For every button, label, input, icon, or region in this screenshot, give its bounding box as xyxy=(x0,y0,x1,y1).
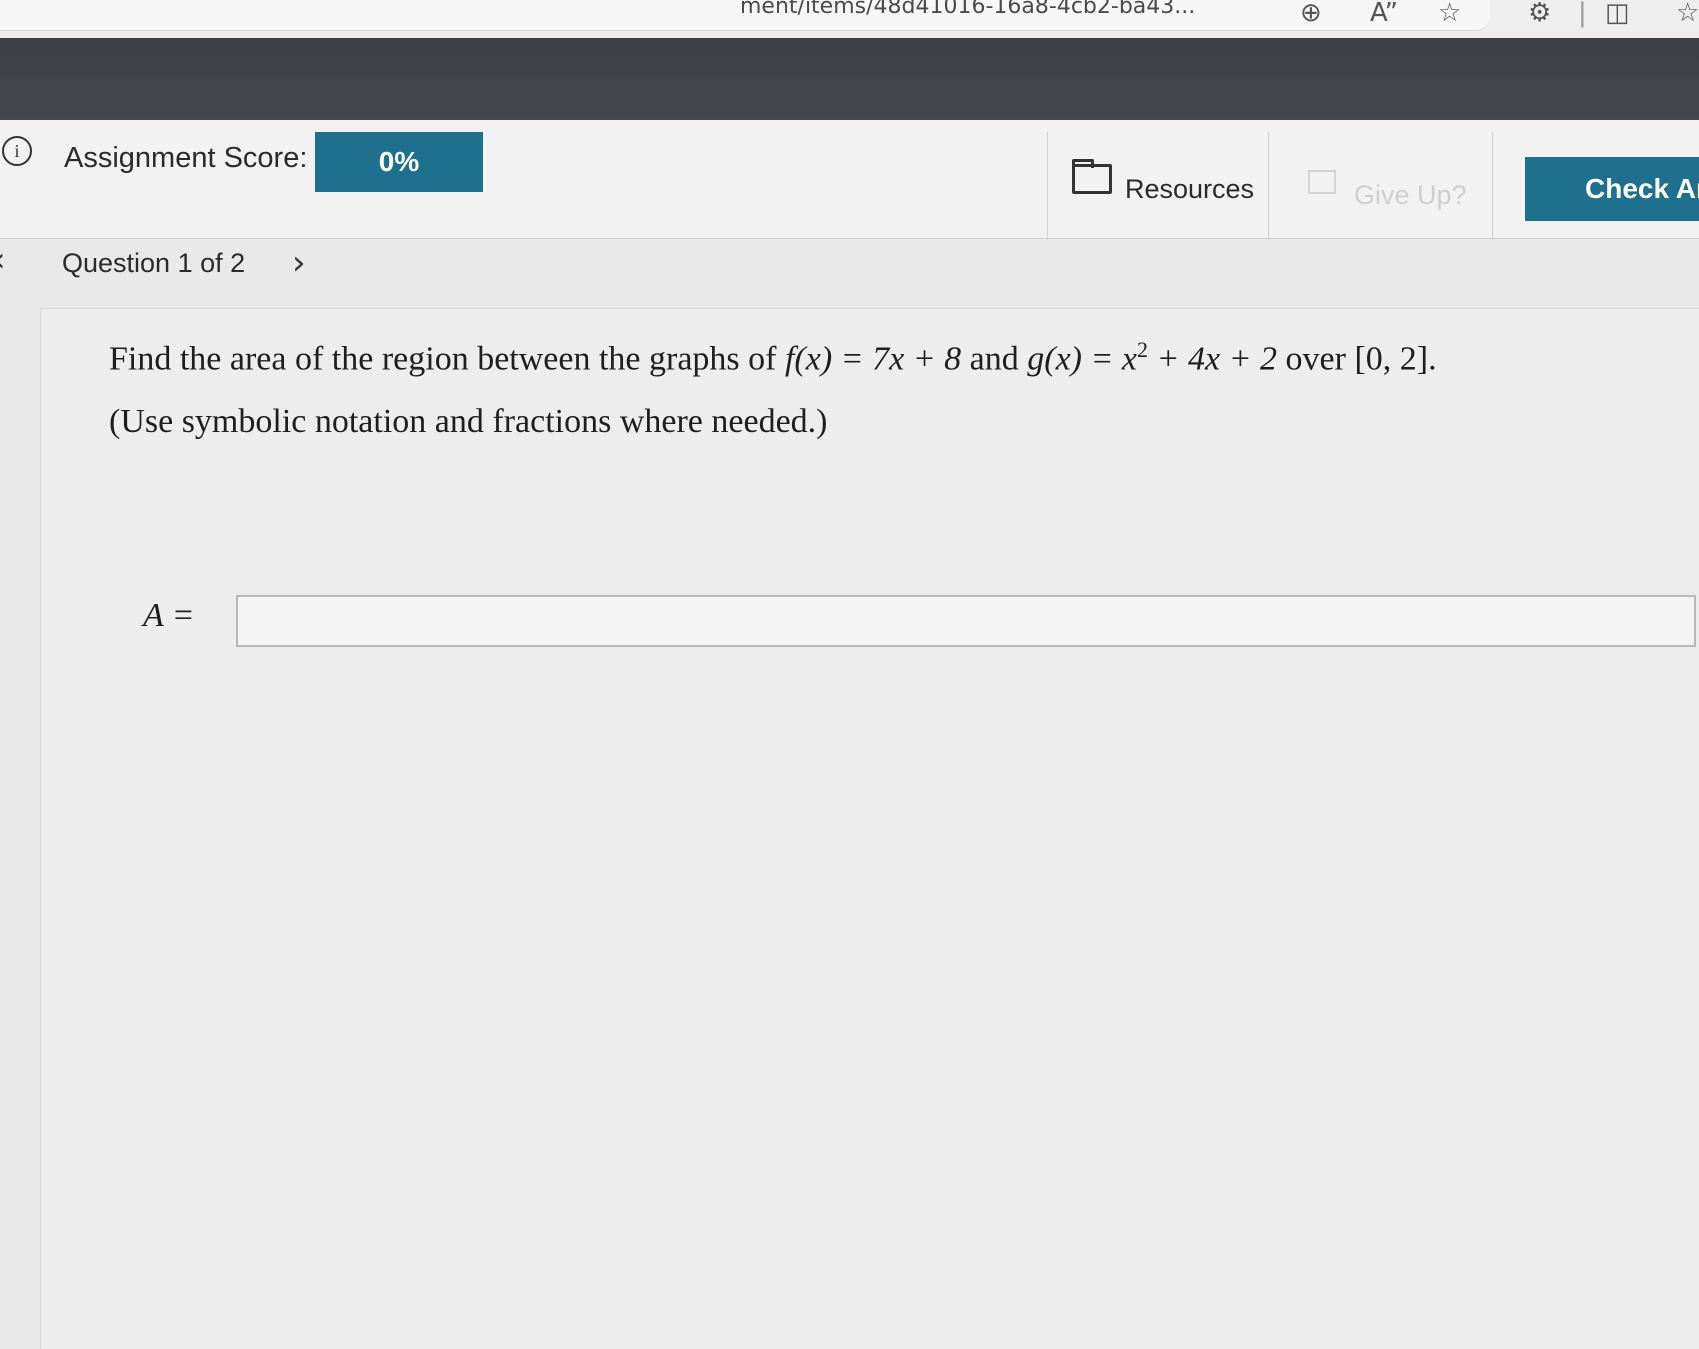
previous-question-icon[interactable]: ‹ xyxy=(0,240,6,280)
answer-label: A = xyxy=(143,597,195,634)
question-card: Find the area of the region between the … xyxy=(40,308,1699,1349)
browser-frame-band xyxy=(0,38,1699,130)
give-up-button: Give Up? xyxy=(1354,180,1467,210)
problem-statement: Find the area of the region between the … xyxy=(109,337,1437,378)
header-divider xyxy=(1047,132,1048,240)
check-answer-button[interactable]: Check Answer xyxy=(1525,157,1699,221)
address-bar[interactable]: ment/items/48d41016-16a8-4cb2-ba43... xyxy=(0,0,1490,31)
url-text: ment/items/48d41016-16a8-4cb2-ba43... xyxy=(740,0,1196,19)
favorite-star-icon[interactable]: ☆ xyxy=(1438,0,1461,28)
problem-prefix: Find the area of the region between the … xyxy=(109,340,785,378)
info-icon[interactable]: i xyxy=(2,136,32,166)
problem-mid: and xyxy=(961,340,1028,378)
extensions-icon[interactable]: ⚙ xyxy=(1528,0,1551,28)
zoom-in-icon[interactable]: ⊕ xyxy=(1300,0,1322,28)
give-up-icon xyxy=(1308,170,1336,194)
assignment-header: i Assignment Score: 0% Resources Give Up… xyxy=(0,120,1699,240)
score-label: Assignment Score: xyxy=(64,142,308,174)
browser-toolbar: ment/items/48d41016-16a8-4cb2-ba43... ⊕ … xyxy=(0,0,1699,38)
split-screen-icon[interactable]: ◫ xyxy=(1605,0,1630,28)
g-expression-left: g(x) = x xyxy=(1027,340,1138,378)
toolbar-divider: | xyxy=(1578,0,1587,28)
header-divider xyxy=(1492,132,1493,240)
header-divider xyxy=(1268,132,1269,240)
next-question-icon[interactable]: › xyxy=(292,243,306,283)
score-badge: 0% xyxy=(315,132,483,192)
g-expression-right: + 4x + 2 xyxy=(1148,340,1278,378)
problem-over: over xyxy=(1277,340,1355,378)
instructions: (Use symbolic notation and fractions whe… xyxy=(109,403,828,440)
answer-input[interactable] xyxy=(236,595,1696,647)
folder-icon[interactable] xyxy=(1072,159,1112,194)
interval: [0, 2]. xyxy=(1354,340,1437,378)
g-exponent: 2 xyxy=(1137,337,1149,362)
f-expression: f(x) = 7x + 8 xyxy=(784,340,962,378)
question-counter: Question 1 of 2 xyxy=(62,248,246,278)
resources-button[interactable]: Resources xyxy=(1125,174,1254,205)
read-aloud-icon[interactable]: A” xyxy=(1370,0,1398,28)
favorites-icon[interactable]: ☆ xyxy=(1676,0,1699,28)
